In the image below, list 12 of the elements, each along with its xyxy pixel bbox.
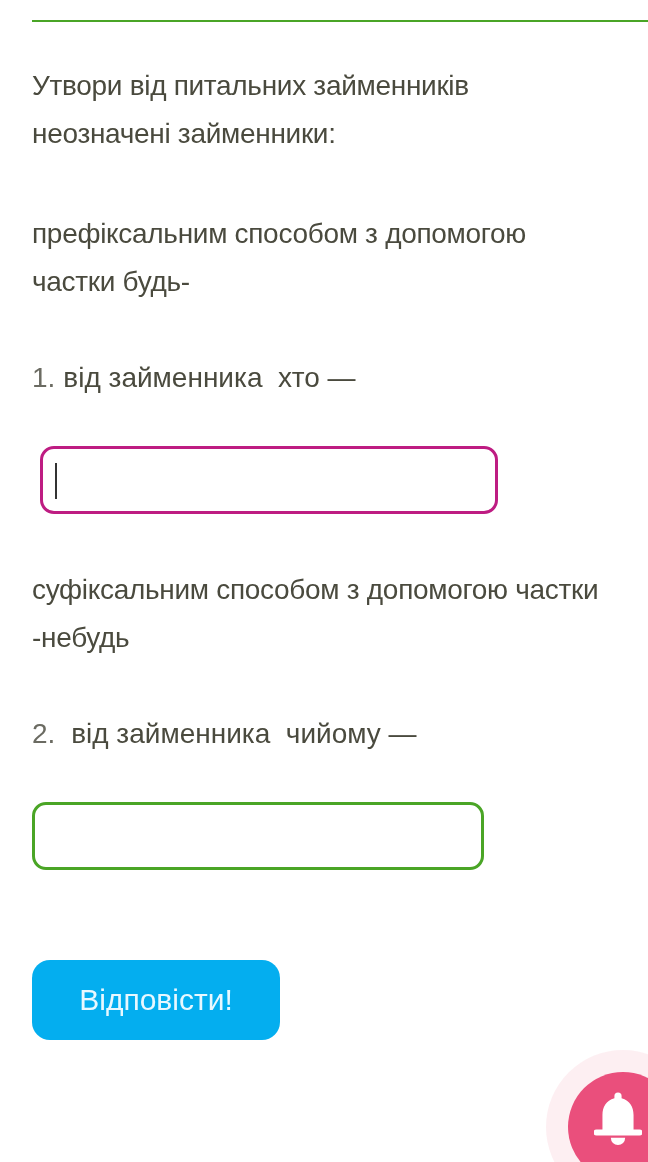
- instruction-text: суфіксальним способом з допомогою частки -небудь: [32, 573, 600, 655]
- bell-icon: [594, 1090, 642, 1145]
- item-number: 1.: [32, 362, 56, 393]
- answer-field[interactable]: [40, 446, 498, 514]
- item-number: 2.: [32, 718, 56, 749]
- text-caret: [55, 463, 57, 499]
- submit-button[interactable]: Відповісти!: [32, 960, 280, 1040]
- task-text: Утвори від питальних займенників неозначені займенники:: [32, 69, 470, 151]
- item-text: від займенника чийому —: [70, 718, 417, 749]
- instruction-text: префіксальним способом з допомогою частки будь-: [32, 217, 528, 299]
- answer-field[interactable]: [32, 802, 484, 870]
- item-text: від займенника хто —: [63, 362, 356, 393]
